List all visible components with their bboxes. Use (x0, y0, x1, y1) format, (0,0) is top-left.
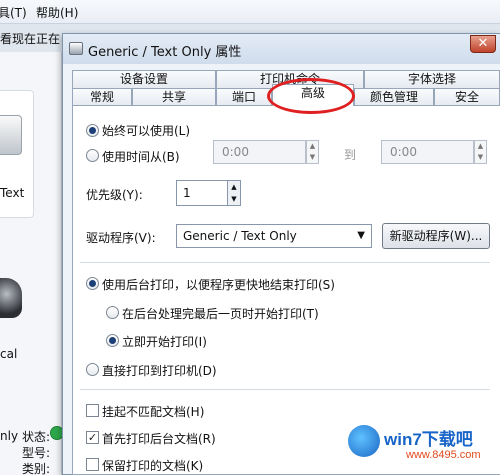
new-driver-button[interactable]: 新驱动程序(W)... (382, 223, 490, 249)
status-label: 状态: (22, 430, 51, 444)
device-details: nly (0, 428, 18, 444)
printer-label: Text (0, 186, 25, 200)
tab-ports[interactable]: 端口 (216, 88, 272, 106)
down-arrow-icon: ▼ (231, 195, 237, 203)
down-arrow-icon: ▼ (309, 153, 316, 161)
start-after-last-page-label: 在后台处理完最后一页时开始打印(T) (122, 307, 319, 321)
tab-font-selection[interactable]: 字体选择 (364, 70, 500, 88)
available-from-radio[interactable] (86, 149, 99, 162)
start-time-field[interactable]: 0:00 (213, 140, 306, 164)
up-arrow-icon: ▲ (477, 142, 484, 150)
up-arrow-icon: ▲ (309, 142, 316, 150)
menu-tools[interactable]: 工具(T) (0, 4, 27, 21)
watermark-brand: win7下载吧 (384, 430, 473, 449)
background-status-text: 看现在正在 (0, 32, 61, 46)
priority-spinner[interactable]: ▲ ▼ (227, 180, 241, 206)
menu-help[interactable]: 帮助(H) (36, 4, 78, 21)
chevron-down-icon: ▼ (357, 230, 365, 241)
model-label: 型号: (22, 446, 51, 460)
tab-general[interactable]: 常规 (72, 88, 132, 106)
tab-color-management[interactable]: 颜色管理 (354, 88, 434, 106)
printer-icon (69, 42, 83, 55)
watermark: win7下载吧 www.8495.com (342, 419, 492, 469)
start-after-last-page-radio[interactable] (106, 306, 119, 319)
priority-label: 优先级(Y): (86, 188, 143, 202)
hold-mismatched-label: 挂起不匹配文档(H) (102, 405, 205, 419)
start-immediately-radio[interactable] (106, 334, 119, 347)
print-direct-radio[interactable] (86, 363, 99, 376)
watermark-url: www.8495.com (406, 449, 481, 461)
keep-printed-label: 保留打印的文档(K) (102, 459, 204, 473)
spool-radio[interactable] (86, 277, 99, 290)
divider (80, 389, 490, 390)
category-label: 类别: (22, 462, 51, 475)
always-available-radio[interactable] (86, 124, 99, 137)
tab-security[interactable]: 安全 (434, 88, 500, 106)
close-button[interactable]: ✕ (470, 35, 496, 53)
dialog-title: Generic / Text Only 属性 (88, 45, 242, 60)
background-menubar: 工具(T) 帮助(H) (0, 0, 500, 24)
divider (80, 262, 490, 263)
start-time-spinner[interactable]: ▲ ▼ (306, 140, 319, 164)
tab-device-settings[interactable]: 设备设置 (72, 70, 216, 88)
keep-printed-checkbox[interactable] (86, 458, 99, 471)
tab-sharing[interactable]: 共享 (132, 88, 216, 106)
dialog-titlebar[interactable]: Generic / Text Only 属性 ✕ (63, 34, 500, 64)
down-arrow-icon: ▼ (477, 153, 484, 161)
driver-label: 驱动程序(V): (86, 231, 156, 245)
fax-label: cal (0, 347, 18, 361)
start-immediately-label: 立即开始打印(I) (122, 335, 207, 349)
print-spooled-first-label: 首先打印后台文档(R) (102, 432, 216, 446)
to-label: 到 (344, 148, 357, 162)
up-arrow-icon: ▲ (231, 183, 237, 191)
end-time-field[interactable]: 0:00 (381, 140, 474, 164)
end-time-spinner[interactable]: ▲ ▼ (474, 140, 487, 164)
print-spooled-first-checkbox[interactable]: ✓ (86, 431, 99, 444)
driver-selected-value: Generic / Text Only (183, 229, 297, 243)
spool-label: 使用后台打印，以便程序更快地结束打印(S) (102, 278, 335, 292)
available-from-label: 使用时间从(B) (102, 150, 180, 164)
print-direct-label: 直接打印到打印机(D) (102, 364, 217, 378)
printer-icon (0, 115, 22, 155)
fax-icon (0, 278, 22, 318)
priority-input[interactable]: 1 (176, 180, 228, 206)
always-available-label: 始终可以使用(L) (102, 124, 191, 138)
device-name-fragment: nly (0, 429, 19, 443)
highlight-annotation (267, 78, 355, 114)
hold-mismatched-checkbox[interactable] (86, 404, 99, 417)
win7-logo-icon (348, 425, 380, 457)
driver-select[interactable]: Generic / Text Only ▼ (176, 224, 372, 248)
